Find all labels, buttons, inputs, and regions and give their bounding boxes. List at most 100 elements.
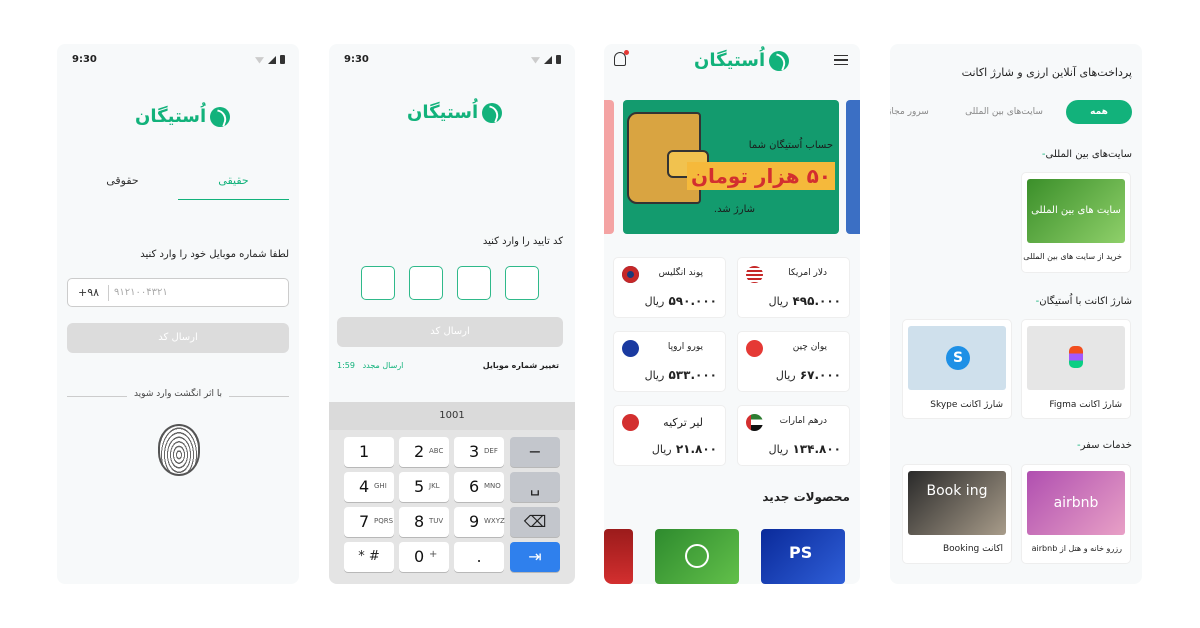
card-image: S [908,326,1006,390]
brand-name: اُستیگان [694,50,766,71]
card-image: Book ing [908,471,1006,535]
product-card[interactable] [655,529,739,584]
product-card[interactable]: PS [761,529,845,584]
currency-name: لیر ترکیه [663,416,703,429]
key-dot[interactable]: . [454,542,504,572]
service-card[interactable]: شارژ اکانت Figma [1021,319,1131,419]
signal-icon [268,55,276,64]
backspace-key[interactable]: ⌫ [510,507,560,537]
fingerprint-label: با اثر انگشت وارد شوید [133,389,223,399]
promo-banner[interactable]: حساب اُستیگان شما ۵۰ هزار تومان شارژ شد. [623,100,839,234]
banner-line-3: شارژ شد. [713,204,755,215]
divider-line [229,396,289,397]
currency-card[interactable]: پوند انگلیس ۵۹۰.۰۰۰ ریال [613,257,726,318]
fingerprint-icon[interactable] [158,424,200,476]
us-flag-icon [746,266,763,283]
page-title: پرداخت‌های آنلاین ارزی و شارژ اکانت [961,66,1132,79]
key-4[interactable]: 4 GHI [344,472,394,502]
key-5[interactable]: 5 JKL [399,472,449,502]
resend-label: ارسال مجدد [362,361,404,370]
key-1[interactable]: 1 [344,437,394,467]
uk-flag-icon [622,266,639,283]
menu-icon[interactable] [834,55,848,65]
next-key[interactable]: ⇥ [510,542,560,572]
minus-key[interactable]: − [510,437,560,467]
service-card[interactable]: S شارژ اکانت Skype [902,319,1012,419]
tab-legal[interactable]: حقوقی [67,174,178,187]
card-image: سایت های بین المللی [1027,179,1125,243]
currency-card[interactable]: لیر ترکیه ۲۱.۸۰۰ ریال [613,405,726,466]
space-key[interactable]: ␣ [510,472,560,502]
key-9[interactable]: 9 WXYZ [454,507,505,537]
status-time: 9:30 [344,54,369,65]
filter-chips: همه سایت‌های بین المللی سرور مجازی [890,100,1132,124]
currency-card[interactable]: درهم امارات ۱۳۴.۸۰۰ ریال [737,405,850,466]
currency-price: ۴۹۵.۰۰۰ ریال [768,294,841,308]
wifi-icon [255,57,264,64]
currency-card[interactable]: یوان چین ۶۷.۰۰۰ ریال [737,331,850,392]
card-caption: شارژ اکانت Figma [1049,400,1122,410]
key-2[interactable]: 2 ABC [399,437,449,467]
signal-icon [544,55,552,64]
card-image: airbnb [1027,471,1125,535]
keyboard-suggestion: 1001 [329,402,575,430]
status-bar: 9:30 [344,54,561,68]
key-3[interactable]: 3 DEF [454,437,504,467]
otp-digit-2[interactable] [409,266,443,300]
otp-digit-1[interactable] [361,266,395,300]
playstation-icon: PS [789,543,813,562]
chip-all[interactable]: همه [1066,100,1132,124]
banner-line-1: حساب اُستیگان شما [748,140,833,151]
banner-next-peek[interactable] [846,100,860,234]
section-title: سایت‌های بین المللی [1038,149,1132,160]
country-code[interactable]: +۹۸ [78,286,99,299]
brand-logo: اُستیگان [407,102,503,123]
cn-flag-icon [746,340,763,357]
login-screen: 9:30 اُستیگان حقیقی حقوقی لطفا شماره موب… [57,44,299,584]
currency-card[interactable]: یورو اروپا ۵۳۳.۰۰۰ ریال [613,331,726,392]
product-card[interactable] [604,529,633,584]
section-title: شارژ اکانت با اُستیگان [1032,296,1132,307]
banner-amount: ۵۰ هزار تومان [686,162,835,190]
battery-icon [556,55,561,64]
wifi-icon [531,57,540,64]
currency-name: یورو اروپا [667,342,703,352]
service-card[interactable]: Book ing اکانت Booking [902,464,1012,564]
currency-name: دلار امریکا [788,268,827,278]
section-title: خدمات سفر [1073,440,1132,451]
currency-price: ۵۹۰.۰۰۰ ریال [644,294,717,308]
skype-icon: S [946,346,970,370]
key-star-hash[interactable]: * # [344,542,394,572]
logo-icon [769,50,790,71]
key-7[interactable]: 7 PQRS [344,507,394,537]
phone-field[interactable]: +۹۸ ۹۱۲۱۰۰۴۳۲۱ [67,278,289,307]
service-card[interactable]: سایت های بین المللی خرید از سایت های بین… [1021,172,1131,273]
status-bar: 9:30 [72,54,285,68]
brand-name: اُستیگان [135,106,207,127]
bell-icon[interactable] [614,50,629,66]
currency-price: ۱۳۴.۸۰۰ ریال [768,442,841,456]
tab-real[interactable]: حقیقی [178,174,289,200]
wallet-icon [627,112,709,204]
status-time: 9:30 [72,54,97,65]
otp-digit-4[interactable] [505,266,539,300]
send-code-button[interactable]: ارسال کد [67,323,289,353]
brand-name: اُستیگان [407,102,479,123]
battery-icon [280,55,285,64]
otp-digit-3[interactable] [457,266,491,300]
currency-card[interactable]: دلار امریکا ۴۹۵.۰۰۰ ریال [737,257,850,318]
chip-international[interactable]: سایت‌های بین المللی [958,100,1050,124]
send-code-button[interactable]: ارسال کد [337,317,563,347]
key-0[interactable]: 0 + [399,542,449,572]
banner-prev-peek[interactable] [604,100,614,234]
change-number-link[interactable]: تغییر شماره موبایل [483,361,559,370]
fingerprint-divider: با اثر انگشت وارد شوید [67,389,289,403]
xbox-icon [685,544,709,568]
key-8[interactable]: 8 TUV [399,507,449,537]
phone-prompt: لطفا شماره موبایل خود را وارد کنید [140,249,289,260]
key-6[interactable]: 6 MNO [454,472,504,502]
service-card[interactable]: airbnb رزرو خانه و هتل از airbnb [1021,464,1131,564]
resend-timer: 1:59 [337,361,355,370]
resend-link[interactable]: 1:59 ارسال مجدد [337,361,403,370]
chip-vps[interactable]: سرور مجازی [890,100,946,124]
